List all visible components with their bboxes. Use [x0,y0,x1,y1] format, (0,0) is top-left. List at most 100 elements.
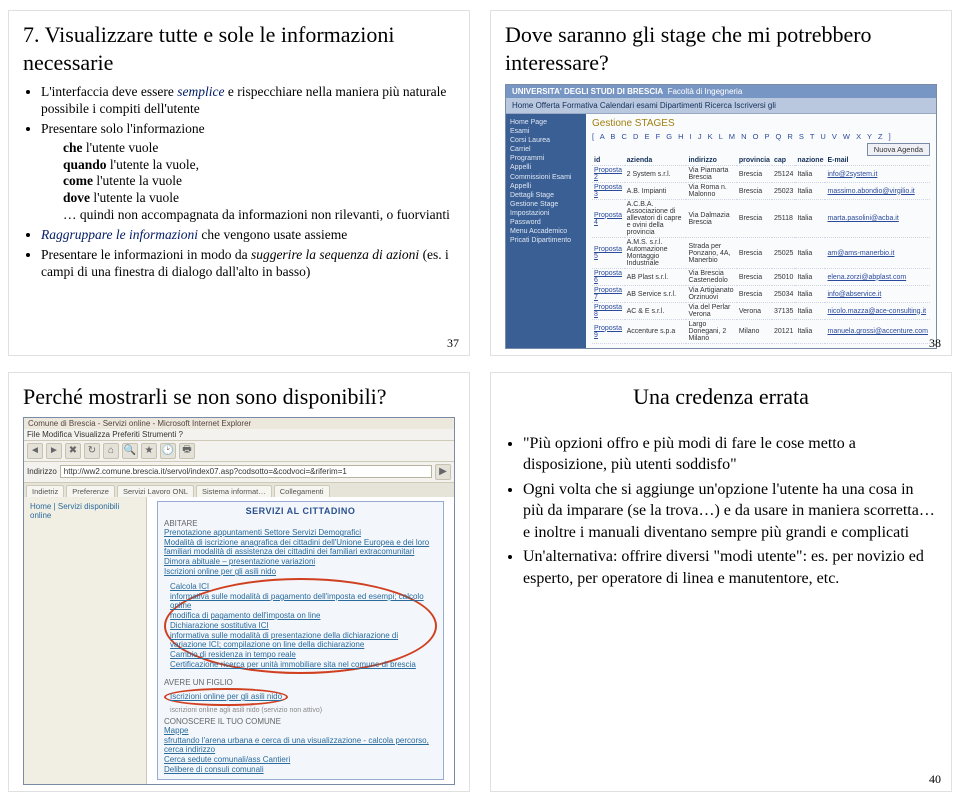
tab[interactable]: Indietriz [26,485,64,497]
table-header: nazione [795,156,825,166]
table-row[interactable]: Proposta 9Accenture s.p.aLargo Donegani,… [592,320,930,344]
sidebar-item[interactable]: Dettagli Stage [510,191,582,200]
service-link[interactable]: sfruttando l'arena urbana e cerca di una… [164,736,437,755]
service-link[interactable]: Dichiarazione sostitutiva ICI [170,621,431,631]
sidebar-item[interactable]: Appelli [510,182,582,191]
tab[interactable]: Servizi Lavoro ONL [117,485,194,497]
group-abitare: ABITARE [164,519,437,528]
service-link[interactable]: Dimora abituale – presentazione variazio… [164,557,437,567]
slide-39-title: Perché mostrarli se non sono disponibili… [23,383,455,411]
table-header: provincia [737,156,772,166]
slide-37: 7. Visualizzare tutte e sole le informaz… [8,10,470,356]
table-row[interactable]: Proposta 3A.B. ImpiantiVia Roma n. Malon… [592,183,930,200]
home-icon[interactable]: ⌂ [103,443,119,459]
slide-38-title: Dove saranno gli stage che mi potrebbero… [505,21,937,76]
address-input[interactable]: http://ww2.comune.brescia.it/servol/inde… [60,465,432,478]
services-panel: SERVIZI AL CITTADINO ABITARE Prenotazion… [157,501,444,780]
left-nav-item[interactable] [30,529,140,531]
sidebar-item[interactable]: Impostazioni [510,209,582,218]
uni-title: UNIVERSITA' DEGLI STUDI DI BRESCIA Facol… [506,85,936,98]
table-header: cap [772,156,795,166]
table-header: id [592,156,625,166]
tab[interactable]: Collegamenti [274,485,330,497]
slide-number: 40 [929,772,941,787]
forward-icon[interactable]: ► [46,443,62,459]
slide-37-body: L'interfaccia deve essere semplice e ris… [23,84,455,281]
history-icon[interactable]: 🕑 [160,443,176,459]
bullet: Presentare solo l'informazione che l'ute… [41,121,455,224]
print-icon[interactable]: 🖶 [179,443,195,459]
sidebar-item[interactable]: Commissioni Esami [510,173,582,182]
service-note: iscrizioni online agli asili nido (servi… [164,707,437,714]
group-comune: CONOSCERE IL TUO COMUNE [164,717,437,726]
sidebar-item[interactable]: Menu Accademico [510,227,582,236]
go-icon[interactable]: ▶ [435,464,451,480]
service-link[interactable]: Delibere di consuli comunali [164,765,437,775]
menu-bar[interactable]: File Modifica Visualizza Preferiti Strum… [24,429,454,441]
stop-icon[interactable]: ✖ [65,443,81,459]
slide-40: Una credenza errata "Più opzioni offro e… [490,372,952,792]
left-nav[interactable]: Home | Servizi disponibili online [24,497,147,784]
sidebar-item[interactable]: Appelli [510,163,582,172]
table-row[interactable]: Proposta 6AB Plast s.r.l.Via Brescia Cas… [592,269,930,286]
window-title: Comune di Brescia - Servizi online - Mic… [24,418,454,429]
address-bar-row: Indirizzo http://ww2.comune.brescia.it/s… [24,462,454,483]
service-link[interactable]: informativa sulle modalità di presentazi… [170,631,431,650]
sidebar-item[interactable]: Password [510,218,582,227]
service-link[interactable]: Modalità di iscrizione anagrafica dei ci… [164,538,437,557]
refresh-icon[interactable]: ↻ [84,443,100,459]
stages-table: idaziendaindirizzoprovinciacapnazioneE-m… [592,156,930,344]
panel-title: SERVIZI AL CITTADINO [164,506,437,516]
table-row[interactable]: Proposta 5A.M.S. s.r.l. Automazione Mont… [592,238,930,269]
table-row[interactable]: Proposta 4A.C.B.A. Associazione di allev… [592,200,930,238]
service-link[interactable]: Cerca sedute comunali/ass Cantieri [164,755,437,765]
group-figlio: AVERE UN FIGLIO [164,678,437,687]
sidebar-item[interactable]: Pricati Dipartimento [510,236,582,245]
service-link[interactable]: Cambio di residenza in tempo reale [170,650,431,660]
toolbar[interactable]: ◄ ► ✖ ↻ ⌂ 🔍 ★ 🕑 🖶 [24,441,454,462]
slide-37-title: 7. Visualizzare tutte e sole le informaz… [23,21,455,76]
link-tabs[interactable]: IndietrizPreferenzeServizi Lavoro ONLSis… [24,483,454,497]
sidebar-item[interactable]: Carriel [510,145,582,154]
sidebar-item[interactable]: Home Page [510,118,582,127]
slide-number: 38 [929,336,941,351]
service-link[interactable]: modifica di pagamento dell'imposta on li… [170,611,431,621]
main-panel: Gestione STAGES [ A B C D E F G H I J K … [586,114,936,348]
table-row[interactable]: Proposta 8AC & E s.r.l.Via del Perlar Ve… [592,303,930,320]
slide-38: Dove saranno gli stage che mi potrebbero… [490,10,952,356]
sidebar-item[interactable]: Programmi [510,154,582,163]
content-area: SERVIZI AL CITTADINO ABITARE Prenotazion… [147,497,454,784]
service-link[interactable]: Iscrizioni online per gli asili nido [164,567,437,577]
bullet: L'interfaccia deve essere semplice e ris… [41,84,455,118]
bullet: "Più opzioni offro e più modi di fare le… [523,433,937,476]
sidebar[interactable]: Home PageEsamiCorsi LaureaCarrielProgram… [506,114,586,348]
favorites-icon[interactable]: ★ [141,443,157,459]
sidebar-item[interactable]: Gestione Stage [510,200,582,209]
search-icon[interactable]: 🔍 [122,443,138,459]
left-nav-item[interactable]: Home | Servizi disponibili online [30,501,140,521]
table-header: indirizzo [686,156,736,166]
bullet: Ogni volta che si aggiunge un'opzione l'… [523,479,937,544]
slide-number: 37 [447,336,459,351]
sidebar-item[interactable]: Esami [510,127,582,136]
table-row[interactable]: Proposta 22 System s.r.l.Via Piamarta Br… [592,166,930,183]
service-link[interactable]: Mappe [164,726,437,736]
service-link[interactable]: Prenotazione appuntamenti Settore Serviz… [164,528,437,538]
service-link[interactable]: informativa sulle modalità di pagamento … [170,592,431,611]
tab[interactable]: Preferenze [66,485,115,497]
table-header: E-mail [825,156,930,166]
sidebar-item[interactable]: Corsi Laurea [510,136,582,145]
service-link[interactable]: Iscrizioni online per gli asili nido [170,692,282,702]
tab[interactable]: Sistema informat… [196,485,272,497]
bullet: Presentare le informazioni in modo da su… [41,247,455,281]
nav-bar[interactable]: Home Offerta Formativa Calendari esami D… [506,98,936,114]
screenshot-browser: Comune di Brescia - Servizi online - Mic… [23,417,455,785]
service-link[interactable]: Calcola ICI [170,582,431,592]
nuova-agenda-button[interactable]: Nuova Agenda [867,143,930,156]
alpha-filter[interactable]: [ A B C D E F G H I J K L M N O P Q R S … [592,132,893,141]
back-icon[interactable]: ◄ [27,443,43,459]
table-row[interactable]: Proposta 7AB Service s.r.l.Via Artigiana… [592,286,930,303]
service-link[interactable]: Certificazione ricerca per unità immobil… [170,660,431,670]
bullet: Un'alternativa: offrire diversi "modi ut… [523,546,937,589]
bullet: Raggruppare le informazioni che vengono … [41,227,455,244]
